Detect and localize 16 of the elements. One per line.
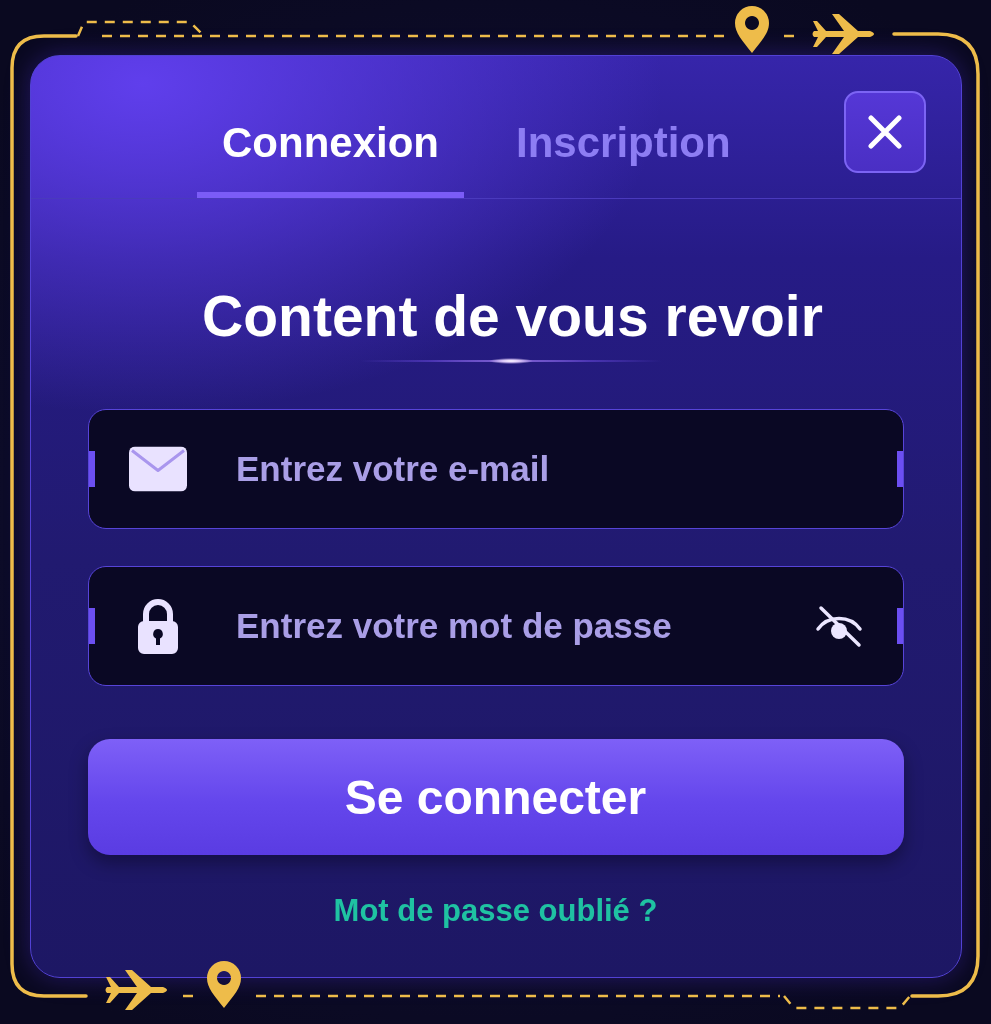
close-icon [867, 114, 902, 149]
dialog-title: Content de vous revoir [201, 283, 824, 349]
envelope-icon [129, 446, 187, 492]
email-field[interactable]: Entrez votre e-mail [87, 409, 904, 529]
airplane-icon [105, 970, 167, 1010]
airplane-icon [812, 14, 874, 54]
lock-icon [135, 597, 181, 655]
tab[interactable]: Inscription [491, 118, 756, 198]
location-pin-icon [735, 6, 769, 53]
login-button[interactable]: Se connecter [87, 739, 904, 855]
password-field[interactable]: Entrez votre mot de passe [87, 566, 904, 686]
location-pin-icon [207, 961, 241, 1008]
tab[interactable]: Connexion [197, 118, 464, 198]
eye-slash-icon[interactable] [813, 604, 864, 648]
close-button[interactable] [843, 90, 926, 173]
forgot-password-link[interactable]: Mot de passe oublié ? [333, 893, 658, 929]
